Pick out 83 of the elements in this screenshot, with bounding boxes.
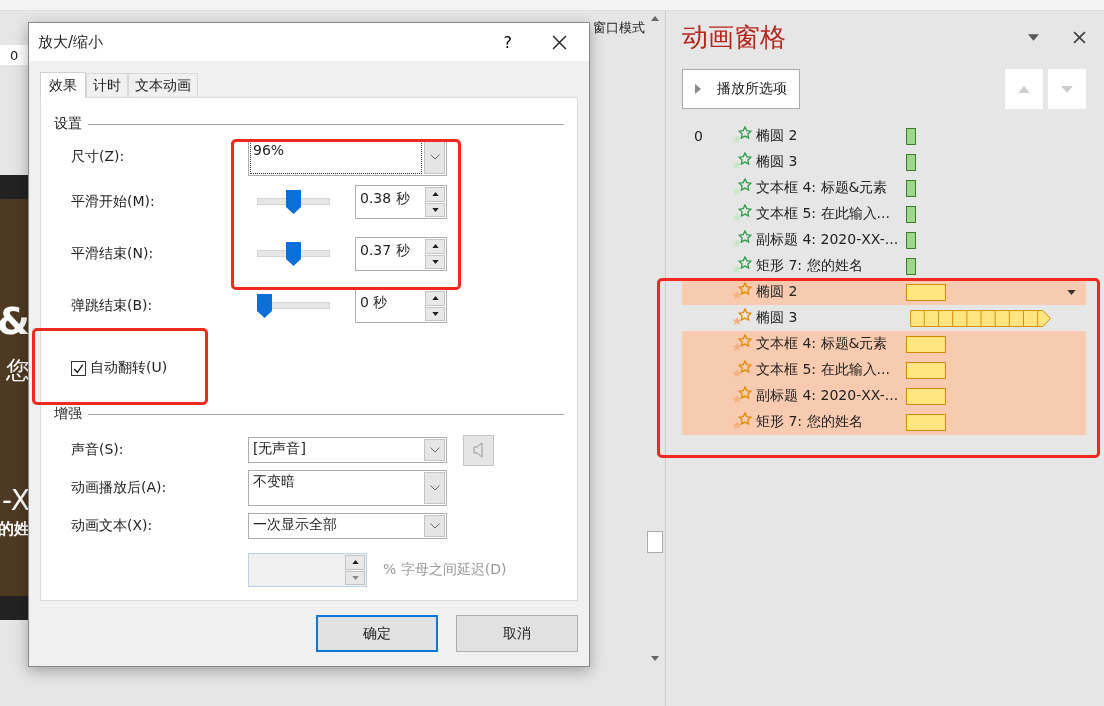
animation-item[interactable]: 文本框 4: 标题&元素 — [682, 331, 1086, 357]
animation-item[interactable]: 矩形 7: 您的姓名 — [682, 253, 1086, 279]
caret-up-icon — [1018, 85, 1030, 93]
dialog-button[interactable]: 确定 — [316, 615, 438, 652]
dropdown-icon[interactable] — [1028, 33, 1039, 41]
animation-item[interactable]: 椭圆 3 — [682, 305, 1086, 331]
tab[interactable]: 计时 — [86, 73, 128, 97]
scroll-down-icon[interactable] — [651, 656, 659, 661]
animation-label: 矩形 7: 您的姓名 — [756, 413, 864, 431]
animation-label: 椭圆 3 — [756, 309, 799, 327]
field-label: 弹跳结束(B): — [70, 297, 154, 315]
dialog-title: 放大/缩小 — [38, 32, 104, 52]
slide-text: 您 — [6, 355, 30, 386]
spin-down-icon[interactable] — [431, 259, 439, 264]
help-button[interactable]: ? — [499, 32, 516, 52]
animation-label: 矩形 7: 您的姓名 — [756, 257, 864, 275]
spin-down-icon[interactable] — [431, 207, 439, 212]
caret-down-icon — [1061, 85, 1073, 93]
animation-label: 副标题 4: 2020-XX-... — [756, 387, 900, 405]
scroll-up-icon[interactable] — [651, 16, 659, 21]
dropdown[interactable]: 一次显示全部 — [248, 513, 447, 539]
close-icon[interactable] — [1073, 30, 1086, 44]
field-label: 动画播放后(A): — [70, 479, 168, 497]
play-selected-button[interactable]: 播放所选项 — [682, 69, 800, 109]
tab[interactable]: 文本动画 — [128, 73, 198, 97]
animation-item[interactable]: 椭圆 2 — [682, 279, 1086, 305]
section-heading: 增强 — [54, 405, 82, 423]
field-label: 尺寸(Z): — [70, 148, 126, 166]
animation-item[interactable]: 文本框 5: 在此输入... — [682, 357, 1086, 383]
dropdown-icon[interactable] — [1067, 289, 1076, 295]
pane-title: 动画窗格 — [682, 20, 787, 54]
animation-item[interactable]: 文本框 5: 在此输入... — [682, 201, 1086, 227]
step-number: 0 — [694, 128, 703, 144]
dropdown[interactable]: [无声音] — [248, 437, 447, 463]
animation-item[interactable]: 副标题 4: 2020-XX-... — [682, 383, 1086, 409]
play-icon — [695, 83, 701, 95]
spin-up-icon[interactable] — [431, 296, 439, 301]
spin-field[interactable]: 0 秒 — [355, 289, 447, 323]
spin-up-icon[interactable] — [431, 192, 439, 197]
chevron-down-icon — [429, 523, 440, 529]
slide-text: -X — [2, 484, 30, 517]
chevron-down-icon — [429, 447, 440, 453]
field-label: % 字母之间延迟(D) — [383, 561, 507, 579]
slider[interactable] — [257, 242, 330, 266]
chevron-down-icon — [429, 485, 440, 491]
animation-item[interactable]: 0 椭圆 2 — [682, 123, 1086, 149]
animation-label: 文本框 5: 在此输入... — [756, 205, 891, 223]
tab[interactable]: 效果 — [40, 72, 86, 98]
slider[interactable] — [257, 294, 330, 318]
section-heading: 设置 — [54, 115, 82, 133]
animation-label: 椭圆 2 — [756, 283, 799, 301]
animation-label: 副标题 4: 2020-XX-... — [756, 231, 900, 249]
auto-reverse-checkbox[interactable]: 自动翻转(U) — [71, 359, 168, 377]
spin-down-icon[interactable] — [431, 311, 439, 316]
animation-item[interactable]: 副标题 4: 2020-XX-... — [682, 227, 1086, 253]
animation-label: 椭圆 3 — [756, 153, 799, 171]
scroll-thumb[interactable] — [647, 531, 663, 553]
animation-label: 文本框 4: 标题&元素 — [756, 335, 889, 353]
slider-thumb[interactable] — [286, 190, 301, 214]
chevron-down-icon — [429, 154, 440, 160]
window-mode-button[interactable]: 窗口模式 — [593, 19, 645, 37]
field-label: 平滑开始(M): — [70, 193, 156, 211]
dropdown[interactable]: 不变暗 — [248, 470, 447, 506]
animation-label: 文本框 4: 标题&元素 — [756, 179, 889, 197]
spin-field[interactable]: 0.37 秒 — [355, 237, 447, 271]
field-label: 声音(S): — [70, 441, 125, 459]
slider[interactable] — [257, 190, 330, 214]
dialog-button[interactable]: 取消 — [456, 615, 578, 652]
spin-up-icon[interactable] — [431, 244, 439, 249]
animation-label: 椭圆 2 — [756, 127, 799, 145]
animation-item[interactable]: 矩形 7: 您的姓名 — [682, 409, 1086, 435]
ruler-mark: 0 — [10, 47, 19, 63]
animation-item[interactable]: 椭圆 3 — [682, 149, 1086, 175]
slider-thumb[interactable] — [257, 294, 272, 318]
field-label: 动画文本(X): — [70, 517, 154, 535]
animation-item[interactable]: 文本框 4: 标题&元素 — [682, 175, 1086, 201]
slider-thumb[interactable] — [286, 242, 301, 266]
spin-field[interactable]: 0.38 秒 — [355, 185, 447, 219]
animation-label: 文本框 5: 在此输入... — [756, 361, 891, 379]
field-label: 平滑结束(N): — [70, 245, 155, 263]
close-icon[interactable] — [552, 34, 567, 50]
speaker-icon — [472, 442, 485, 458]
checkmark-icon — [72, 361, 85, 375]
